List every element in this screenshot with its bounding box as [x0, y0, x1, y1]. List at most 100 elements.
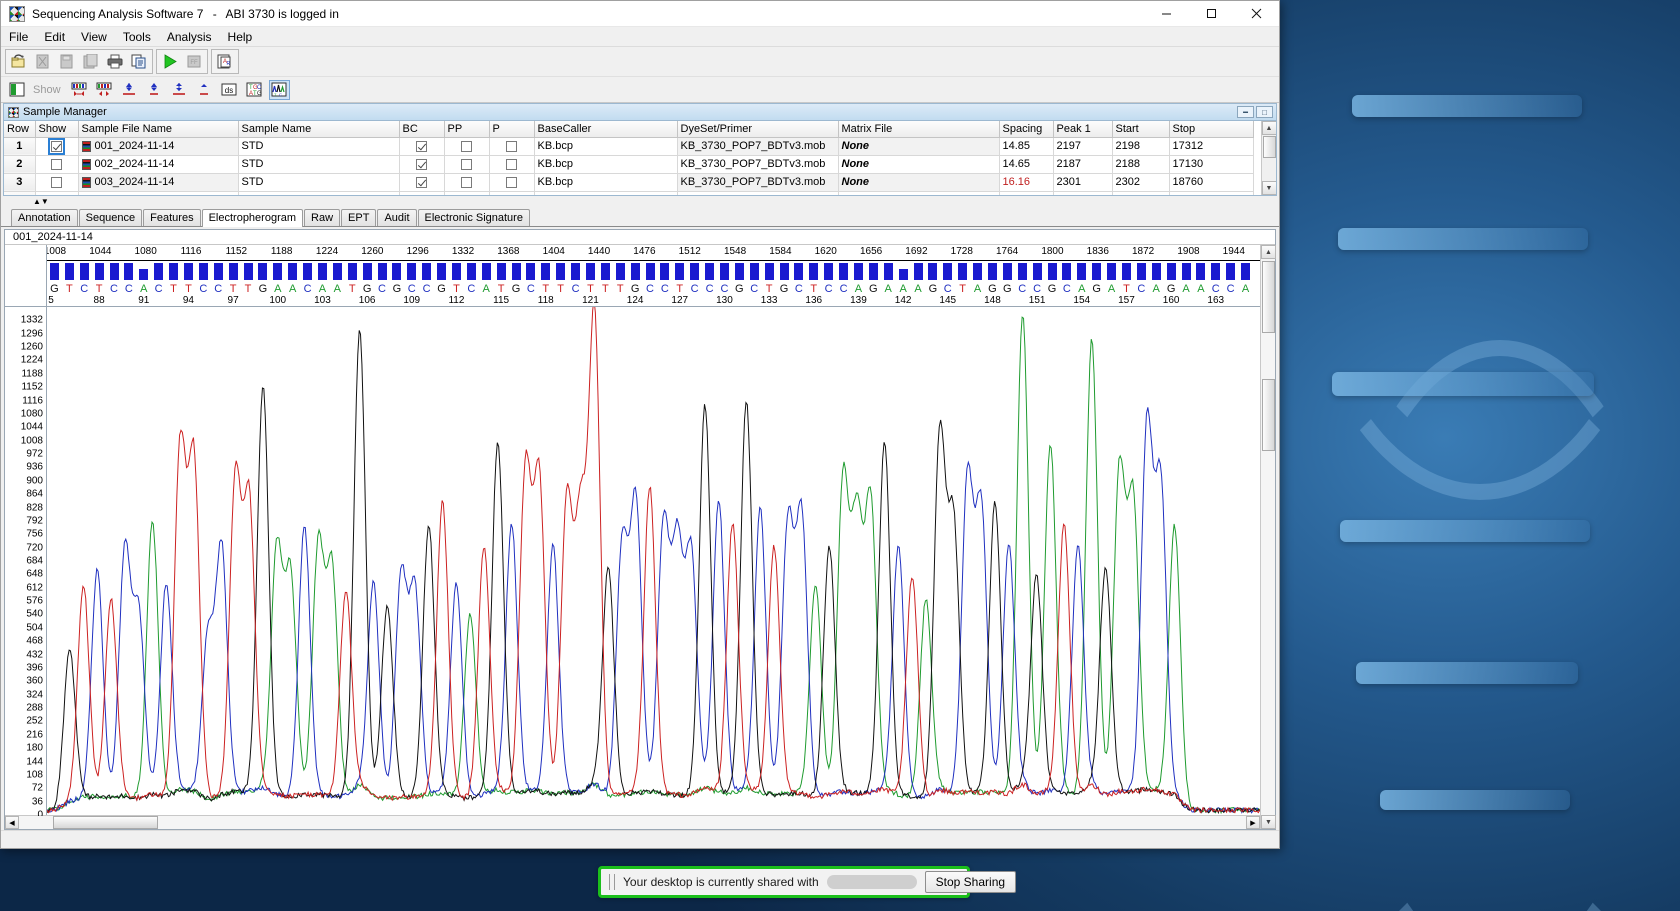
cell-p[interactable]	[489, 155, 535, 174]
base-call-letter[interactable]: G	[363, 283, 372, 295]
cell-sample-file-name[interactable]: 003_2024-11-14	[78, 173, 239, 192]
base-call-letter[interactable]: C	[720, 283, 728, 295]
save-all-icon[interactable]	[80, 51, 102, 72]
cell-show-checkbox[interactable]	[51, 176, 62, 188]
base-call-letter[interactable]: G	[869, 283, 878, 295]
cell-matrix-file[interactable]: None	[838, 155, 1000, 174]
cell-bc-checkbox[interactable]	[416, 140, 427, 152]
cell-bc-checkbox[interactable]	[416, 158, 427, 170]
cell-pp[interactable]	[444, 173, 490, 192]
base-call-letter[interactable]: G	[512, 283, 521, 295]
base-call-letter[interactable]: A	[1108, 283, 1115, 295]
shrink-horizontal-icon[interactable]	[94, 80, 115, 100]
base-call-letter[interactable]: C	[572, 283, 580, 295]
tab-sequence[interactable]: Sequence	[78, 209, 143, 226]
cell-matrix-file[interactable]: None	[838, 191, 1000, 195]
cell-bc[interactable]	[399, 191, 445, 195]
base-call-letter[interactable]: C	[1212, 283, 1220, 295]
base-call-letter[interactable]: T	[557, 283, 564, 295]
cell-show[interactable]	[35, 155, 79, 174]
base-call-letter[interactable]: T	[617, 283, 624, 295]
base-call-letter[interactable]: T	[1123, 283, 1130, 295]
base-call-letter[interactable]: C	[214, 283, 222, 295]
base-call-letter[interactable]: T	[959, 283, 966, 295]
menu-analysis[interactable]: Analysis	[159, 28, 220, 46]
cell-bc-checkbox[interactable]	[416, 176, 427, 188]
base-call-letter[interactable]: C	[199, 283, 207, 295]
base-call-letter[interactable]: A	[1153, 283, 1160, 295]
base-call-letter[interactable]: A	[334, 283, 341, 295]
cell-spacing[interactable]: 14.85	[999, 137, 1054, 156]
col-start[interactable]: Start	[1112, 121, 1170, 138]
base-call-letter[interactable]: C	[125, 283, 133, 295]
base-call-letter[interactable]: A	[914, 283, 921, 295]
base-call-letter[interactable]: T	[170, 283, 177, 295]
maximize-button[interactable]	[1189, 1, 1234, 26]
col-peak-1[interactable]: Peak 1	[1053, 121, 1113, 138]
ds-view-icon[interactable]: ds	[219, 80, 240, 100]
cell-basecaller[interactable]: KB.bcp	[534, 137, 678, 156]
cell-start[interactable]: 2198	[1112, 137, 1170, 156]
copy-icon[interactable]	[128, 51, 150, 72]
tab-annotation[interactable]: Annotation	[11, 209, 78, 226]
base-call-letter[interactable]: C	[795, 283, 803, 295]
cell-spacing[interactable]: 14.46	[999, 191, 1054, 195]
base-call-letter[interactable]: A	[974, 283, 981, 295]
scroll-up-arrow-icon[interactable]: ▲	[1261, 121, 1276, 135]
cell-basecaller[interactable]: KB.bcp	[534, 155, 678, 174]
col-stop[interactable]: Stop	[1169, 121, 1254, 138]
menu-help[interactable]: Help	[220, 28, 261, 46]
hscroll-thumb[interactable]	[53, 816, 158, 829]
cell-pp[interactable]	[444, 191, 490, 195]
cell-sample-name[interactable]: STD	[238, 155, 400, 174]
base-call-letter[interactable]: G	[988, 283, 997, 295]
cell-bc[interactable]	[399, 137, 445, 156]
base-call-letter[interactable]: A	[1078, 283, 1085, 295]
epg-scroll-up-arrow-icon[interactable]: ▲	[1261, 245, 1276, 259]
menu-file[interactable]: File	[1, 28, 36, 46]
menu-view[interactable]: View	[73, 28, 115, 46]
cell-pp[interactable]	[444, 137, 490, 156]
base-call-letter[interactable]: C	[527, 283, 535, 295]
col-basecaller[interactable]: BaseCaller	[534, 121, 678, 138]
base-text-icon[interactable]: TGCATG	[244, 80, 265, 100]
col-show[interactable]: Show	[35, 121, 79, 138]
cell-show[interactable]	[35, 191, 79, 195]
cell-p[interactable]	[489, 137, 535, 156]
base-call-letter[interactable]: T	[453, 283, 460, 295]
cell-pp[interactable]	[444, 155, 490, 174]
minimize-button[interactable]	[1144, 1, 1189, 26]
cell-pp-checkbox[interactable]	[461, 140, 472, 152]
cell-pp-checkbox[interactable]	[461, 176, 472, 188]
base-call-letter[interactable]: C	[155, 283, 163, 295]
close-document-icon[interactable]	[32, 51, 54, 72]
menu-tools[interactable]: Tools	[115, 28, 159, 46]
col-p[interactable]: P	[489, 121, 535, 138]
cell-sample-file-name[interactable]: 001_2024-11-14	[78, 137, 239, 156]
table-row[interactable]: 3 003_2024-11-14 STD KB.bcp KB_3730_POP7_BDT…	[4, 173, 1254, 192]
panel-toggle-icon[interactable]	[6, 80, 27, 100]
hscroll-right-arrow-icon[interactable]: ▶	[1246, 816, 1260, 829]
cell-dyeset-primer[interactable]: KB_3730_POP7_BDTv3.mob	[677, 137, 839, 156]
cell-show-checkbox[interactable]	[48, 137, 65, 154]
base-call-letter[interactable]: G	[1003, 283, 1012, 295]
tab-electronic-signature[interactable]: Electronic Signature	[417, 209, 530, 226]
base-call-letter[interactable]: G	[1167, 283, 1176, 295]
base-call-letter[interactable]: G	[1048, 283, 1057, 295]
stop-analysis-icon[interactable]: FF	[183, 51, 205, 72]
base-call-letter[interactable]: C	[1227, 283, 1235, 295]
cell-matrix-file[interactable]: None	[838, 137, 1000, 156]
table-row[interactable]: 2 002_2024-11-14 STD KB.bcp KB_3730_POP7_BDT…	[4, 155, 1254, 174]
cell-sample-file-name[interactable]: 004_2024-11-14	[78, 191, 239, 195]
base-call-letter[interactable]: C	[661, 283, 669, 295]
base-call-letter[interactable]: A	[1197, 283, 1204, 295]
close-button[interactable]	[1234, 1, 1279, 26]
base-call-letter[interactable]: T	[587, 283, 594, 295]
run-analysis-icon[interactable]	[159, 51, 181, 72]
base-call-letter[interactable]: A	[289, 283, 296, 295]
scale-down-icon[interactable]	[194, 80, 215, 100]
base-call-letter[interactable]: G	[437, 283, 446, 295]
cell-pp-checkbox[interactable]	[461, 158, 472, 170]
col-dyeset-primer[interactable]: DyeSet/Primer	[677, 121, 839, 138]
base-call-letter[interactable]: T	[810, 283, 817, 295]
